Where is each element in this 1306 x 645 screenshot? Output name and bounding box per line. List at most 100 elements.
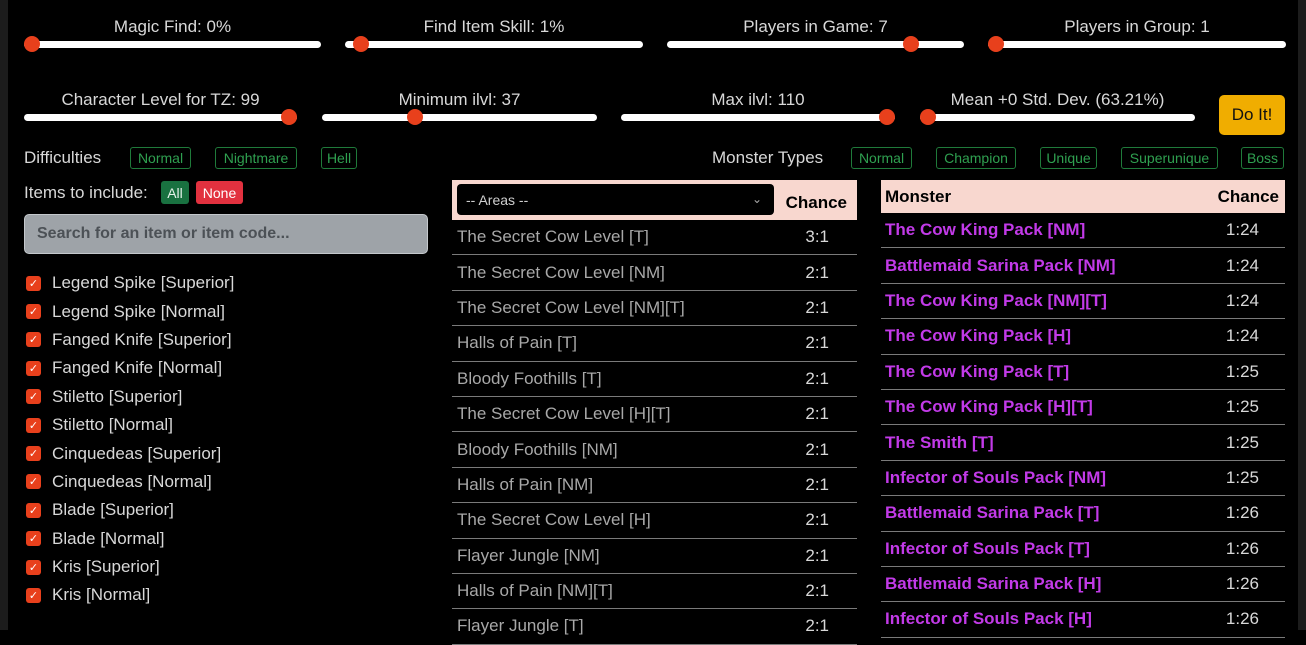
- slider-track[interactable]: [988, 41, 1286, 48]
- areas-table: -- Areas -- ⌄ Chance The Secret Cow Leve…: [452, 180, 857, 645]
- slider-track[interactable]: [920, 114, 1195, 121]
- monster-link[interactable]: Battlemaid Sarina Pack [T]: [885, 503, 1099, 523]
- character-level-slider[interactable]: Character Level for TZ: 99: [24, 90, 297, 126]
- monster-link[interactable]: Infector of Souls Pack [T]: [885, 539, 1090, 559]
- find-item-skill-label: Find Item Skill: 1%: [423, 17, 565, 36]
- std-dev-slider[interactable]: Mean +0 Std. Dev. (63.21%): [920, 90, 1195, 126]
- checkbox-checked-icon[interactable]: ✓: [26, 332, 41, 348]
- monster-link[interactable]: The Cow King Pack [NM]: [885, 220, 1085, 240]
- area-chance: 2:1: [805, 404, 829, 424]
- area-name: Flayer Jungle [NM]: [457, 545, 600, 565]
- checkbox-checked-icon[interactable]: ✓: [26, 531, 41, 547]
- difficulty-normal-toggle[interactable]: Normal: [130, 147, 191, 169]
- slider-thumb[interactable]: [879, 109, 895, 125]
- item-label: Fanged Knife [Superior]: [52, 329, 232, 349]
- monster-type-champion-toggle[interactable]: Champion: [936, 147, 1016, 169]
- monster-type-unique-toggle[interactable]: Unique: [1040, 147, 1097, 169]
- monster-chance: 1:25: [1225, 361, 1259, 381]
- select-all-button[interactable]: All: [161, 181, 189, 204]
- monster-type-superunique-toggle[interactable]: Superunique: [1121, 147, 1218, 169]
- players-in-group-slider[interactable]: Players in Group: 1: [988, 17, 1286, 53]
- monster-link[interactable]: Infector of Souls Pack [H]: [885, 609, 1092, 629]
- item-checkbox-row[interactable]: ✓ Kris [Superior]: [24, 553, 434, 581]
- item-label: Stiletto [Superior]: [52, 386, 183, 406]
- checkbox-checked-icon[interactable]: ✓: [26, 587, 41, 603]
- slider-thumb[interactable]: [24, 36, 40, 52]
- monster-link[interactable]: The Smith [T]: [885, 433, 994, 453]
- slider-thumb[interactable]: [920, 109, 936, 125]
- monster-chance: 1:26: [1225, 574, 1259, 594]
- item-checkbox-row[interactable]: ✓ Stiletto [Normal]: [24, 411, 434, 439]
- checkbox-checked-icon[interactable]: ✓: [26, 389, 41, 405]
- slider-track[interactable]: [24, 114, 297, 121]
- monster-row: Battlemaid Sarina Pack [NM] 1:24: [881, 248, 1285, 284]
- slider-track[interactable]: [621, 114, 895, 121]
- monster-link[interactable]: The Cow King Pack [T]: [885, 362, 1069, 382]
- monster-types-label: Monster Types: [712, 148, 824, 167]
- item-label: Cinquedeas [Superior]: [52, 443, 222, 463]
- slider-thumb[interactable]: [903, 36, 920, 52]
- item-checkbox-row[interactable]: ✓ Blade [Superior]: [24, 496, 434, 524]
- checkbox-checked-icon[interactable]: ✓: [26, 502, 41, 518]
- slider-thumb[interactable]: [988, 36, 1004, 52]
- checkbox-checked-icon[interactable]: ✓: [26, 446, 41, 462]
- monster-link[interactable]: The Cow King Pack [H][T]: [885, 397, 1093, 417]
- item-checkbox-row[interactable]: ✓ Legend Spike [Normal]: [24, 297, 434, 325]
- do-it-button[interactable]: Do It!: [1219, 95, 1285, 135]
- monster-type-normal-toggle[interactable]: Normal: [851, 147, 912, 169]
- monster-link[interactable]: Battlemaid Sarina Pack [NM]: [885, 256, 1116, 276]
- monster-chance: 1:25: [1225, 467, 1259, 487]
- monster-row: The Cow King Pack [NM] 1:24: [881, 213, 1285, 249]
- item-checkbox-row[interactable]: ✓ Cinquedeas [Normal]: [24, 468, 434, 496]
- item-checkbox-row[interactable]: ✓ Fanged Knife [Superior]: [24, 326, 434, 354]
- item-search-input[interactable]: [24, 214, 428, 254]
- slider-thumb[interactable]: [281, 109, 297, 125]
- players-in-game-slider[interactable]: Players in Game: 7: [667, 17, 964, 53]
- area-name: Bloody Foothills [NM]: [457, 439, 618, 459]
- item-checkbox-row[interactable]: ✓ Fanged Knife [Normal]: [24, 354, 434, 382]
- area-chance: 2:1: [805, 368, 829, 388]
- monster-link[interactable]: Infector of Souls Pack [NM]: [885, 468, 1106, 488]
- right-scrollbar[interactable]: [1298, 0, 1306, 630]
- slider-track[interactable]: [667, 41, 964, 48]
- monsters-table-body: The Cow King Pack [NM] 1:24 Battlemaid Sar…: [881, 213, 1285, 638]
- monster-row: Infector of Souls Pack [NM] 1:25: [881, 461, 1285, 497]
- monster-link[interactable]: The Cow King Pack [NM][T]: [885, 291, 1107, 311]
- difficulty-nightmare-toggle[interactable]: Nightmare: [215, 147, 297, 169]
- minimum-ilvl-label: Minimum ilvl: 37: [398, 90, 521, 109]
- slider-thumb[interactable]: [407, 109, 424, 125]
- monster-type-boss-toggle[interactable]: Boss: [1241, 147, 1284, 169]
- area-chance: 2:1: [805, 545, 829, 565]
- slider-track[interactable]: [24, 41, 321, 48]
- checkbox-checked-icon[interactable]: ✓: [26, 474, 41, 490]
- checkbox-checked-icon[interactable]: ✓: [26, 304, 41, 320]
- max-ilvl-slider[interactable]: Max ilvl: 110: [621, 90, 895, 126]
- item-checkbox-row[interactable]: ✓ Stiletto [Superior]: [24, 383, 434, 411]
- item-checkbox-row[interactable]: ✓ Cinquedeas [Superior]: [24, 439, 434, 467]
- checkbox-checked-icon[interactable]: ✓: [26, 275, 41, 291]
- monster-link[interactable]: Battlemaid Sarina Pack [H]: [885, 574, 1101, 594]
- item-checkbox-row[interactable]: ✓ Kris [Normal]: [24, 581, 434, 609]
- area-row: The Secret Cow Level [NM][T] 2:1: [452, 291, 857, 327]
- magic-find-slider[interactable]: Magic Find: 0%: [24, 17, 321, 53]
- monster-link[interactable]: The Cow King Pack [H]: [885, 326, 1071, 346]
- checkbox-checked-icon[interactable]: ✓: [26, 360, 41, 376]
- areas-select[interactable]: -- Areas -- ⌄: [457, 184, 774, 215]
- select-none-button[interactable]: None: [196, 181, 243, 204]
- slider-thumb[interactable]: [353, 36, 370, 52]
- checkbox-checked-icon[interactable]: ✓: [26, 417, 41, 433]
- slider-track[interactable]: [322, 114, 597, 121]
- area-name: The Secret Cow Level [H][T]: [457, 404, 671, 424]
- item-checkbox-row[interactable]: ✓ Blade [Normal]: [24, 525, 434, 553]
- area-row: Bloody Foothills [T] 2:1: [452, 362, 857, 397]
- checkbox-checked-icon[interactable]: ✓: [26, 559, 41, 575]
- item-checkbox-row[interactable]: ✓ Legend Spike [Superior]: [24, 269, 434, 297]
- monster-header: Monster: [885, 186, 952, 206]
- slider-track[interactable]: [345, 41, 643, 48]
- difficulty-hell-toggle[interactable]: Hell: [321, 147, 357, 169]
- item-label: Blade [Superior]: [52, 500, 174, 520]
- minimum-ilvl-slider[interactable]: Minimum ilvl: 37: [322, 90, 597, 126]
- find-item-skill-slider[interactable]: Find Item Skill: 1%: [345, 17, 643, 53]
- area-chance: 2:1: [805, 616, 829, 636]
- item-label: Cinquedeas [Normal]: [52, 471, 212, 491]
